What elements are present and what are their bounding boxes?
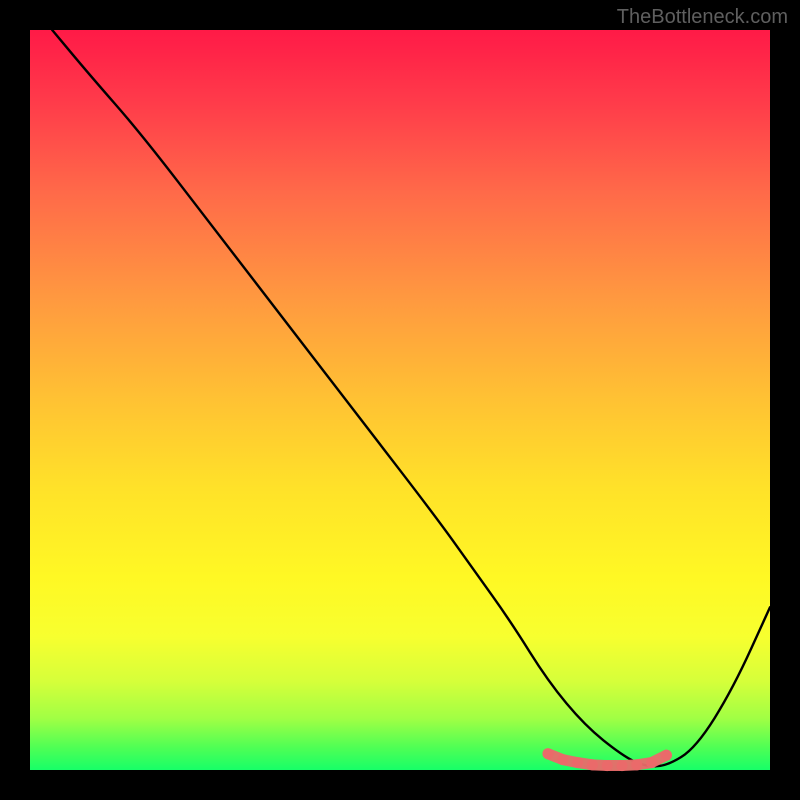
chart-plot-area [30, 30, 770, 770]
highlight-dot [631, 759, 642, 770]
highlight-dot [646, 757, 657, 768]
bottleneck-curve-path [52, 30, 770, 766]
highlight-zone-dots [543, 748, 672, 771]
highlight-dot [557, 754, 568, 765]
highlight-dot [587, 759, 598, 770]
highlight-dot [617, 760, 628, 771]
highlight-dot [602, 760, 613, 771]
chart-svg-layer [30, 30, 770, 770]
highlight-dot [661, 750, 672, 761]
highlight-dot [543, 748, 554, 759]
highlight-dot [572, 757, 583, 768]
watermark-text: TheBottleneck.com [617, 6, 788, 29]
